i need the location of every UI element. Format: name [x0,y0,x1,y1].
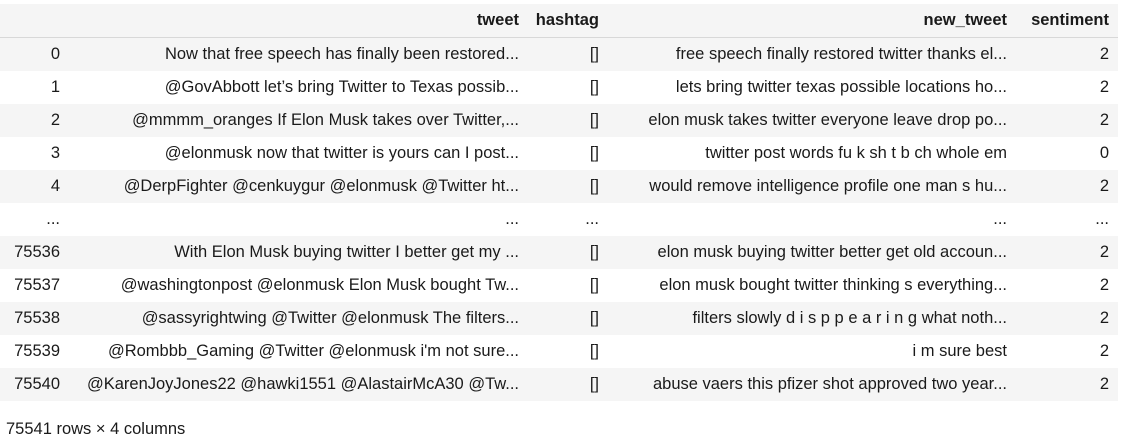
cell-hashtag: [] [528,137,608,170]
row-index: ... [0,203,66,236]
dataframe-output: tweet hashtag new_tweet sentiment 0 Now … [0,0,1123,445]
row-index: 75540 [0,368,66,401]
cell-sentiment: 2 [1016,368,1118,401]
cell-new-tweet: i m sure best [608,335,1016,368]
cell-new-tweet: free speech finally restored twitter tha… [608,37,1016,71]
cell-hashtag: [] [528,269,608,302]
table-row: 75540 @KarenJoyJones22 @hawki1551 @Alast… [0,368,1118,401]
cell-hashtag: [] [528,335,608,368]
table-row: 75536 With Elon Musk buying twitter I be… [0,236,1118,269]
table-row: 0 Now that free speech has finally been … [0,37,1118,71]
cell-new-tweet: twitter post words fu k sh t b ch whole … [608,137,1016,170]
cell-tweet: With Elon Musk buying twitter I better g… [66,236,528,269]
cell-sentiment: 2 [1016,104,1118,137]
cell-new-tweet: filters slowly d i s p p e a r i n g wha… [608,302,1016,335]
column-header-hashtag: hashtag [528,4,608,38]
column-header-tweet: tweet [66,4,528,38]
cell-tweet: @elonmusk now that twitter is yours can … [66,137,528,170]
cell-tweet: Now that free speech has finally been re… [66,37,528,71]
row-index: 0 [0,37,66,71]
cell-sentiment: 2 [1016,302,1118,335]
row-index: 2 [0,104,66,137]
cell-tweet: @Rombbb_Gaming @Twitter @elonmusk i'm no… [66,335,528,368]
cell-new-tweet: abuse vaers this pfizer shot approved tw… [608,368,1016,401]
cell-hashtag: [] [528,236,608,269]
cell-new-tweet: would remove intelligence profile one ma… [608,170,1016,203]
cell-sentiment: 2 [1016,170,1118,203]
cell-new-tweet: elon musk bought twitter thinking s ever… [608,269,1016,302]
cell-hashtag: [] [528,302,608,335]
table-row: 75538 @sassyrightwing @Twitter @elonmusk… [0,302,1118,335]
cell-hashtag: [] [528,170,608,203]
cell-tweet: ... [66,203,528,236]
dataframe-table: tweet hashtag new_tweet sentiment 0 Now … [0,4,1118,401]
cell-new-tweet: ... [608,203,1016,236]
cell-new-tweet: elon musk takes twitter everyone leave d… [608,104,1016,137]
table-row: 75539 @Rombbb_Gaming @Twitter @elonmusk … [0,335,1118,368]
row-index: 1 [0,71,66,104]
header-row: tweet hashtag new_tweet sentiment [0,4,1118,38]
row-index: 75539 [0,335,66,368]
cell-hashtag: [] [528,368,608,401]
cell-sentiment: 2 [1016,71,1118,104]
cell-tweet: @washingtonpost @elonmusk Elon Musk boug… [66,269,528,302]
cell-sentiment: 2 [1016,236,1118,269]
index-header [0,4,66,38]
row-index: 75536 [0,236,66,269]
cell-hashtag: [] [528,71,608,104]
cell-tweet: @mmmm_oranges If Elon Musk takes over Tw… [66,104,528,137]
table-row: 4 @DerpFighter @cenkuygur @elonmusk @Twi… [0,170,1118,203]
cell-sentiment: 2 [1016,269,1118,302]
cell-tweet: @GovAbbott let’s bring Twitter to Texas … [66,71,528,104]
column-header-sentiment: sentiment [1016,4,1118,38]
cell-sentiment: ... [1016,203,1118,236]
ellipsis-row: ... ... ... ... ... [0,203,1118,236]
table-row: 1 @GovAbbott let’s bring Twitter to Texa… [0,71,1118,104]
cell-sentiment: 0 [1016,137,1118,170]
row-index: 75537 [0,269,66,302]
cell-hashtag: [] [528,37,608,71]
cell-tweet: @KarenJoyJones22 @hawki1551 @AlastairMcA… [66,368,528,401]
cell-sentiment: 2 [1016,335,1118,368]
table-row: 3 @elonmusk now that twitter is yours ca… [0,137,1118,170]
cell-tweet: @DerpFighter @cenkuygur @elonmusk @Twitt… [66,170,528,203]
cell-new-tweet: elon musk buying twitter better get old … [608,236,1016,269]
table-row: 75537 @washingtonpost @elonmusk Elon Mus… [0,269,1118,302]
column-header-new-tweet: new_tweet [608,4,1016,38]
row-index: 75538 [0,302,66,335]
row-index: 4 [0,170,66,203]
cell-hashtag: ... [528,203,608,236]
cell-hashtag: [] [528,104,608,137]
cell-tweet: @sassyrightwing @Twitter @elonmusk The f… [66,302,528,335]
cell-new-tweet: lets bring twitter texas possible locati… [608,71,1016,104]
row-index: 3 [0,137,66,170]
table-row: 2 @mmmm_oranges If Elon Musk takes over … [0,104,1118,137]
dataframe-shape-label: 75541 rows × 4 columns [6,420,186,438]
cell-sentiment: 2 [1016,37,1118,71]
